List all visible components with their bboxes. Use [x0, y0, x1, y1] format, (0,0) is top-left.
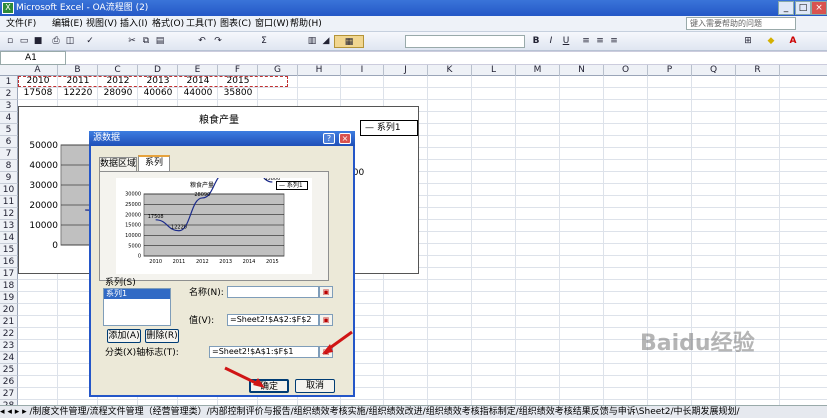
baidu-watermark: Baidu经验 — [640, 331, 755, 356]
arrow-to-ok — [224, 366, 259, 386]
arrow-head-ok — [253, 378, 265, 388]
sheet-tabs[interactable]: ◂ ◂ ▸ ▸ /制度文件管理/流程文件管理（经营管理类）/内部控制评价与报告/… — [0, 405, 827, 418]
